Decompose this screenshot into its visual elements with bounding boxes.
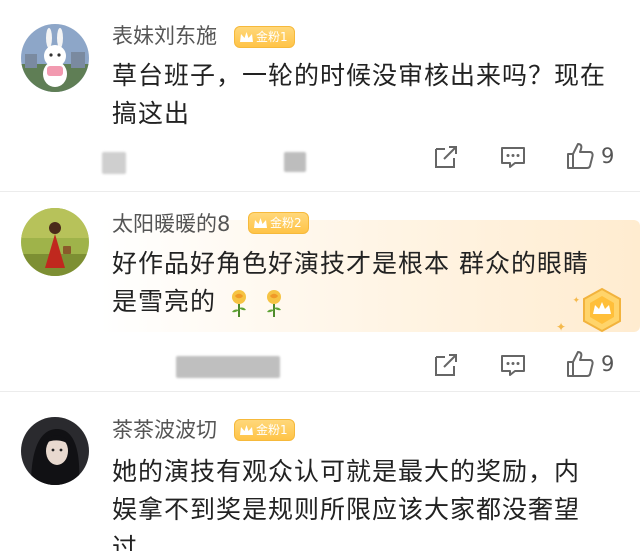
username[interactable]: 表妹刘东施 (112, 22, 217, 50)
comment-text-line: 过 (112, 533, 139, 551)
dark-hair-woman-avatar-icon (21, 417, 89, 485)
username[interactable]: 太阳暖暖的8 (112, 210, 230, 238)
comment-text-line: 好作品好角色好演技才是根本 群众的眼睛 (112, 249, 589, 278)
reply-preview[interactable] (102, 150, 312, 174)
crown-icon (240, 31, 253, 42)
comment-item: ✦ ✦ 太阳暖暖的8 金粉2 好作品好角色好演技才是根本 群众的眼睛 是雪亮的 … (0, 192, 640, 392)
crown-icon (254, 217, 267, 228)
thumbs-up-icon (567, 143, 594, 169)
comment-text: 她的演技有观众认可就是最大的奖励，内 娱拿不到奖是规则所限应该大家都没奢望 过 (112, 453, 632, 551)
fan-badge-label: 金粉2 (270, 216, 302, 230)
comment-text: 草台班子，一轮的时候没审核出来吗？现在 搞这出 (112, 57, 632, 133)
fan-badge: 金粉1 (234, 419, 295, 441)
comment-text-line: 草台班子，一轮的时候没审核出来吗？现在 (112, 61, 607, 90)
fan-badge-label: 金粉1 (256, 30, 288, 44)
share-button[interactable] (430, 141, 462, 173)
avatar[interactable] (21, 24, 89, 92)
avatar[interactable] (21, 208, 89, 276)
comment-button[interactable] (497, 141, 529, 173)
comment-item: 茶茶波波切 金粉1 她的演技有观众认可就是最大的奖励，内 娱拿不到奖是规则所限应… (0, 392, 640, 551)
share-icon (435, 354, 457, 376)
comment-text: 好作品好角色好演技才是根本 群众的眼睛 是雪亮的 (112, 245, 632, 321)
thumbs-up-icon (567, 351, 594, 377)
comment-text-line: 是雪亮的 (112, 287, 217, 316)
share-icon (435, 146, 457, 168)
fan-badge-label: 金粉1 (256, 423, 288, 437)
like-count: 9 (601, 352, 615, 376)
comment-feed: 表妹刘东施 金粉1 草台班子，一轮的时候没审核出来吗？现在 搞这出 9 ✦ ✦ … (0, 0, 640, 551)
fan-badge: 金粉1 (234, 26, 295, 48)
red-dress-woman-avatar-icon (21, 208, 89, 276)
avatar[interactable] (21, 417, 89, 485)
comment-text-line: 搞这出 (112, 99, 191, 128)
fan-badge: 金粉2 (248, 212, 309, 234)
comment-text-line: 她的演技有观众认可就是最大的奖励，内 (112, 457, 581, 486)
reply-preview[interactable] (176, 356, 284, 380)
comment-button[interactable] (497, 349, 529, 381)
like-button[interactable]: 9 (565, 349, 614, 379)
comment-icon (501, 147, 525, 168)
rose-emoji-icon (227, 288, 251, 318)
like-count: 9 (601, 144, 615, 168)
comment-text-line-with-emoji: 是雪亮的 (112, 283, 632, 321)
white-rabbit-avatar-icon (21, 24, 89, 92)
comment-item: 表妹刘东施 金粉1 草台班子，一轮的时候没审核出来吗？现在 搞这出 9 (0, 0, 640, 192)
comment-icon (501, 355, 525, 376)
username[interactable]: 茶茶波波切 (112, 416, 217, 444)
sparkle-icon: ✦ (555, 320, 566, 334)
crown-icon (240, 424, 253, 435)
rose-emoji-icon (262, 288, 286, 318)
comment-text-line: 娱拿不到奖是规则所限应该大家都没奢望 (112, 495, 581, 524)
like-button[interactable]: 9 (565, 141, 614, 171)
share-button[interactable] (430, 349, 462, 381)
